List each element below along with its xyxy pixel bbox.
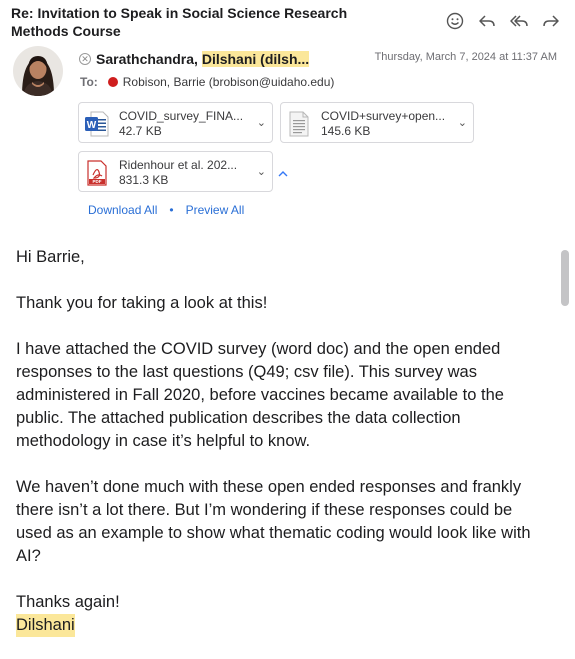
email-actions — [444, 10, 562, 32]
attachment-size: 831.3 KB — [119, 173, 169, 187]
chevron-up-icon — [278, 171, 288, 177]
preview-all-link[interactable]: Preview All — [186, 203, 245, 217]
attachment-size: 42.7 KB — [119, 124, 162, 138]
pdf-icon: PDF — [87, 160, 107, 186]
email-date: Thursday, March 7, 2024 at 11:37 AM — [374, 51, 557, 63]
forward-icon — [543, 15, 559, 27]
sender-name[interactable]: Sarathchandra, Dilshani (dilsh... — [96, 51, 310, 67]
svg-text:PDF: PDF — [93, 179, 102, 184]
sender-name-email: (dilsh... — [256, 51, 310, 67]
avatar-photo — [13, 46, 63, 96]
reply-icon — [479, 15, 495, 27]
attachment-links: Download All • Preview All — [88, 203, 244, 217]
email-body: Hi Barrie, Thank you for taking a look a… — [16, 246, 546, 637]
sender-line: ✕ Sarathchandra, Dilshani (dilsh... — [79, 51, 310, 67]
status-dot-icon — [107, 77, 118, 87]
remove-sender-icon[interactable]: ✕ — [79, 53, 91, 65]
collapse-attachments-button[interactable] — [277, 169, 289, 182]
chevron-down-icon[interactable]: ⌄ — [257, 116, 266, 129]
scrollbar[interactable] — [560, 250, 570, 650]
reply-all-icon — [510, 15, 528, 27]
email-subject: Re: Invitation to Speak in Social Scienc… — [11, 5, 348, 39]
scrollbar-thumb[interactable] — [561, 250, 569, 306]
attachment-name: Ridenhour et al. 202... — [119, 158, 238, 172]
sender-avatar[interactable] — [13, 46, 63, 96]
csv-file-icon — [289, 111, 309, 137]
sender-name-part: Sarathchandra, — [96, 51, 202, 67]
reply-all-button[interactable] — [508, 10, 530, 32]
attachment-word-doc[interactable]: W COVID_survey_FINA... 42.7 KB ⌄ — [78, 102, 273, 143]
smiley-icon — [446, 12, 464, 30]
chevron-down-icon[interactable]: ⌄ — [458, 116, 467, 129]
attachment-pdf[interactable]: PDF Ridenhour et al. 202... 831.3 KB ⌄ — [78, 151, 273, 192]
greeting: Hi Barrie, — [16, 248, 85, 266]
body-paragraph: We haven’t done much with these open end… — [16, 478, 531, 565]
attachment-size: 145.6 KB — [321, 124, 371, 138]
body-paragraph: Thank you for taking a look at this! — [16, 294, 268, 312]
forward-button[interactable] — [540, 10, 562, 32]
sender-name-highlight: Dilshani — [201, 51, 257, 67]
recipient-line: To: Robison, Barrie (brobison@uidaho.edu… — [80, 75, 334, 89]
emoji-reaction-button[interactable] — [444, 10, 466, 32]
attachment-csv-file[interactable]: COVID+survey+open... 145.6 KB ⌄ — [280, 102, 474, 143]
attachment-name: COVID+survey+open... — [321, 109, 446, 123]
closing: Thanks again! — [16, 593, 120, 611]
to-label: To: — [80, 75, 98, 89]
signature: Dilshani — [16, 614, 75, 637]
recipient-name[interactable]: Robison, Barrie (brobison@uidaho.edu) — [123, 75, 335, 89]
word-doc-icon: W — [85, 111, 109, 137]
reply-button[interactable] — [476, 10, 498, 32]
svg-text:W: W — [87, 120, 97, 131]
download-all-link[interactable]: Download All — [88, 203, 157, 217]
chevron-down-icon[interactable]: ⌄ — [257, 165, 266, 178]
link-separator: • — [169, 203, 174, 217]
body-paragraph: I have attached the COVID survey (word d… — [16, 340, 504, 450]
attachment-name: COVID_survey_FINA... — [119, 109, 244, 123]
